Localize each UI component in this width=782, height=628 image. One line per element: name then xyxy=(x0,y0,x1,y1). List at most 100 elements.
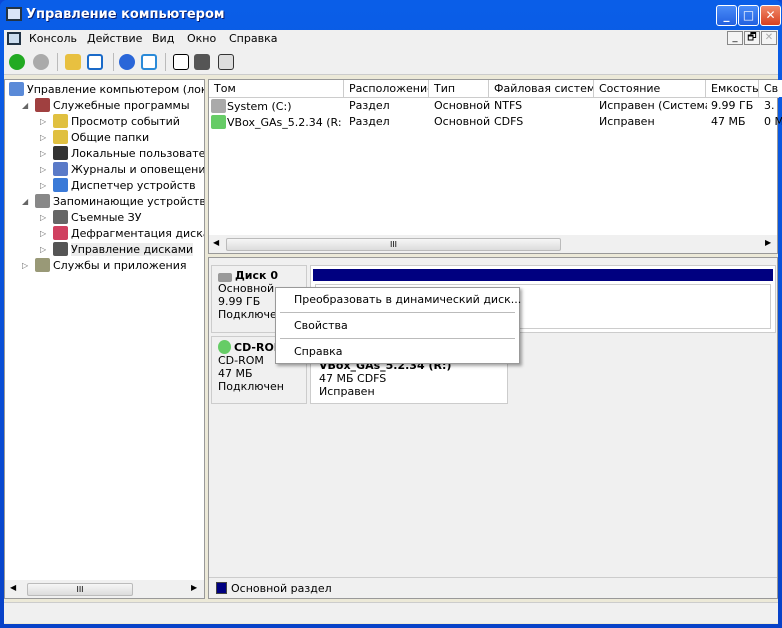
expand-icon[interactable]: ▷ xyxy=(40,242,46,258)
tree-item-label: Общие папки xyxy=(71,131,150,144)
tree-item[interactable]: ▷ Просмотр событий xyxy=(40,114,180,130)
tree-item-label: Дефрагментация диска xyxy=(71,227,204,240)
scroll-left-arrow-icon[interactable]: ◀ xyxy=(10,583,16,592)
mdi-close-button[interactable]: ✕ xyxy=(761,31,777,45)
tree-node-icon xyxy=(53,178,68,192)
console-icon xyxy=(7,32,21,45)
tree-item[interactable]: Управление компьютером (локаль xyxy=(9,82,204,98)
primary-partition-bar xyxy=(313,269,773,281)
table-row[interactable]: System (C:) Раздел Основной NTFS Исправен (С… xyxy=(209,99,777,115)
tree-item[interactable]: ▷ Диспетчер устройств xyxy=(40,178,196,194)
export-icon[interactable] xyxy=(194,54,210,70)
scroll-thumb[interactable]: III xyxy=(27,583,133,596)
volume-list: Том Расположение Тип Файловая система Состоя… xyxy=(208,79,782,254)
tree-item-label: Управление дисками xyxy=(71,243,194,256)
table-row[interactable]: VBox_GAs_5.2.34 (R:) Раздел Основной CDFS Ис… xyxy=(209,115,782,131)
table-cell: Раздел xyxy=(349,99,390,112)
tree-item-label: Запоминающие устройства xyxy=(53,195,204,208)
menu-window[interactable]: Окно xyxy=(187,32,216,45)
tree-horizontal-scrollbar[interactable]: ◀ III ▶ xyxy=(5,580,204,598)
legend: Основной раздел xyxy=(209,577,777,598)
tree-item[interactable]: ◢ Служебные программы xyxy=(22,98,190,114)
tree-node-icon xyxy=(53,162,68,176)
show-hide-tree-icon[interactable] xyxy=(87,54,103,70)
tree-item[interactable]: ◢ Запоминающие устройства xyxy=(22,194,204,210)
tree-item[interactable]: ▷ Локальные пользователи и xyxy=(40,146,204,162)
table-cell: Основной xyxy=(434,115,490,128)
tree-item-label: Управление компьютером (локаль xyxy=(27,83,204,96)
tree-node-icon xyxy=(53,114,68,128)
tree-item[interactable]: ▷ Съемные ЗУ xyxy=(40,210,142,226)
expand-icon[interactable]: ▷ xyxy=(40,130,46,146)
up-folder-icon[interactable] xyxy=(65,54,81,70)
expand-icon[interactable]: ▷ xyxy=(40,146,46,162)
table-cell: CDFS xyxy=(494,115,524,128)
expand-icon[interactable]: ▷ xyxy=(40,210,46,226)
menu-view[interactable]: Вид xyxy=(152,32,174,45)
tree-view: Управление компьютером (локаль ◢ Служебные… xyxy=(5,82,204,562)
column-header[interactable]: Состояние xyxy=(594,80,706,97)
refresh-icon[interactable] xyxy=(173,54,189,70)
window-title: Управление компьютером xyxy=(26,7,225,22)
mdi-minimize-button[interactable]: _ xyxy=(727,31,743,45)
menu-help[interactable]: Справка xyxy=(229,32,277,45)
close-button[interactable]: ✕ xyxy=(760,5,781,26)
maximize-button[interactable]: □ xyxy=(738,5,759,26)
forward-icon[interactable] xyxy=(33,54,49,70)
column-header[interactable]: Тип xyxy=(429,80,489,97)
table-cell: 9.99 ГБ xyxy=(711,99,754,112)
back-icon[interactable] xyxy=(9,54,25,70)
menu-action[interactable]: Действие xyxy=(87,32,142,45)
column-header[interactable]: Том xyxy=(209,80,344,97)
scroll-left-arrow-icon[interactable]: ◀ xyxy=(213,238,219,247)
menu-console[interactable]: Консоль xyxy=(29,32,77,45)
collapse-icon[interactable]: ◢ xyxy=(22,194,28,210)
mdi-restore-button[interactable]: 🗗 xyxy=(744,31,760,45)
column-header[interactable]: Св xyxy=(759,80,782,97)
column-header[interactable]: Емкость xyxy=(706,80,759,97)
menu-item-properties[interactable]: Свойства xyxy=(294,319,348,332)
tree-node-icon xyxy=(53,130,68,144)
expand-icon[interactable]: ▷ xyxy=(40,178,46,194)
toolbar xyxy=(4,49,778,75)
menu-item-convert-to-dynamic[interactable]: Преобразовать в динамический диск... xyxy=(294,293,521,306)
tree-node-icon xyxy=(35,98,50,112)
new-window-icon[interactable] xyxy=(141,54,157,70)
table-cell: 3. xyxy=(764,99,775,112)
scroll-right-arrow-icon[interactable]: ▶ xyxy=(765,238,771,247)
tree-item[interactable]: ▷ Службы и приложения xyxy=(22,258,186,274)
table-cell: Исправен (Система) xyxy=(599,99,707,112)
properties-icon[interactable] xyxy=(218,54,234,70)
tree-item[interactable]: ▷ Управление дисками xyxy=(40,242,194,258)
table-cell: Основной xyxy=(434,99,490,112)
collapse-icon[interactable]: ◢ xyxy=(22,98,28,114)
tree-item-label: Съемные ЗУ xyxy=(71,211,142,224)
column-header[interactable]: Расположение xyxy=(344,80,429,97)
menu-bar: Консоль Действие Вид Окно Справка _ 🗗 ✕ xyxy=(4,30,778,49)
legend-label: Основной раздел xyxy=(231,582,332,595)
scroll-right-arrow-icon[interactable]: ▶ xyxy=(191,583,197,592)
client-area: Консоль Действие Вид Окно Справка _ 🗗 ✕ … xyxy=(4,30,782,624)
minimize-button[interactable]: _ xyxy=(716,5,737,26)
scroll-thumb[interactable]: III xyxy=(226,238,561,251)
expand-icon[interactable]: ▷ xyxy=(40,226,46,242)
tree-node-icon xyxy=(53,242,68,256)
disk-status: Подключен xyxy=(218,380,284,393)
table-cell: Раздел xyxy=(349,115,390,128)
tree-item[interactable]: ▷ Дефрагментация диска xyxy=(40,226,204,242)
table-cell: VBox_GAs_5.2.34 (R:) xyxy=(211,115,342,129)
expand-icon[interactable]: ▷ xyxy=(40,162,46,178)
expand-icon[interactable]: ▷ xyxy=(22,258,28,274)
help-icon[interactable] xyxy=(119,54,135,70)
toolbar-separator xyxy=(113,53,114,71)
title-bar[interactable]: Управление компьютером _ □ ✕ xyxy=(0,0,782,30)
volume-horizontal-scrollbar[interactable]: ◀ III ▶ xyxy=(209,235,777,253)
table-cell: 0 М xyxy=(764,115,782,128)
column-header[interactable]: Файловая система xyxy=(489,80,594,97)
expand-icon[interactable]: ▷ xyxy=(40,114,46,130)
table-cell: Исправен xyxy=(599,115,655,128)
tree-item[interactable]: ▷ Общие папки xyxy=(40,130,150,146)
partition-info: 47 МБ CDFS xyxy=(319,372,387,385)
tree-item[interactable]: ▷ Журналы и оповещения пр xyxy=(40,162,204,178)
menu-item-help[interactable]: Справка xyxy=(294,345,342,358)
